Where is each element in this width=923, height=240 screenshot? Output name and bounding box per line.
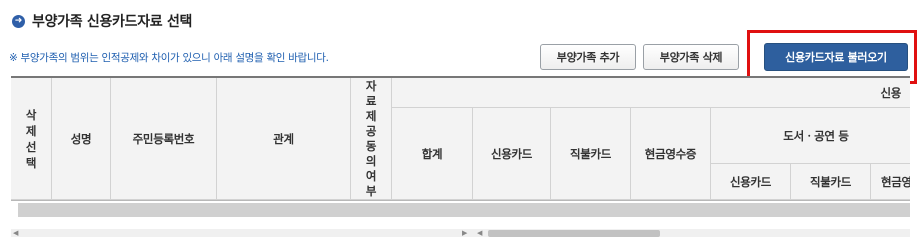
header-data-provided: 자료제공동의여부 (351, 78, 392, 200)
header-relation: 관계 (217, 78, 351, 200)
section-header: ➜ 부양가족 신용카드자료 선택 (12, 11, 192, 31)
header-resident-number: 주민등록번호 (111, 78, 217, 200)
header-resident-number-label: 주민등록번호 (132, 131, 195, 146)
dependent-card-data-table: 삭제선택 성명 주민등록번호 관계 자료제공동의여부 신용 합계 신용카드 직불… (11, 76, 910, 201)
horizontal-scroll-thumb[interactable] (488, 230, 660, 237)
header-credit-group: 신용 (392, 78, 910, 108)
header-books-culture-label: 도서ㆍ공연 등 (783, 128, 849, 143)
header-books-culture: 도서ㆍ공연 등 (711, 108, 910, 164)
header-cash-receipt-label: 현금영수증 (644, 146, 697, 161)
header-name: 성명 (52, 78, 111, 200)
scroll-left-arrow-icon[interactable]: ◀ (13, 230, 18, 237)
dependent-range-notice: ※ 부양가족의 범위는 인적공제와 차이가 있으니 아래 설명을 확인 바랍니다… (9, 52, 329, 64)
horizontal-scrollbar[interactable] (11, 229, 910, 237)
header-sub-credit-card-label: 신용카드 (729, 174, 772, 189)
header-delete-select-label: 삭제선택 (25, 107, 37, 170)
delete-dependent-button[interactable]: 부양가족 삭제 (643, 44, 739, 70)
empty-data-row (18, 203, 910, 217)
header-data-provided-label: 자료제공동의여부 (365, 78, 377, 198)
header-name-label: 성명 (70, 131, 92, 146)
header-total: 합계 (392, 108, 473, 200)
arrow-circle-icon: ➜ (12, 14, 25, 28)
header-relation-label: 관계 (273, 131, 294, 146)
header-credit-card: 신용카드 (473, 108, 551, 200)
header-debit-card-label: 직불카드 (569, 146, 612, 161)
scroll-left-arrow-icon[interactable]: ◀ (477, 230, 482, 237)
header-credit-group-label: 신용 (880, 85, 901, 100)
header-cash-receipt: 현금영수증 (631, 108, 711, 200)
add-dependent-button[interactable]: 부양가족 추가 (540, 44, 636, 70)
header-total-label: 합계 (421, 146, 443, 161)
section-title: 부양가족 신용카드자료 선택 (32, 14, 193, 30)
header-sub-debit-card-label: 직불카드 (809, 174, 852, 189)
header-sub-cash: 현금영 (871, 164, 910, 200)
header-debit-card: 직불카드 (551, 108, 631, 200)
header-credit-card-label: 신용카드 (490, 146, 533, 161)
header-delete-select: 삭제선택 (11, 78, 52, 200)
header-sub-debit-card: 직불카드 (791, 164, 871, 200)
scroll-right-arrow-icon[interactable]: ▶ (462, 230, 467, 237)
header-sub-cash-label: 현금영 (881, 174, 910, 189)
header-sub-credit-card: 신용카드 (711, 164, 791, 200)
